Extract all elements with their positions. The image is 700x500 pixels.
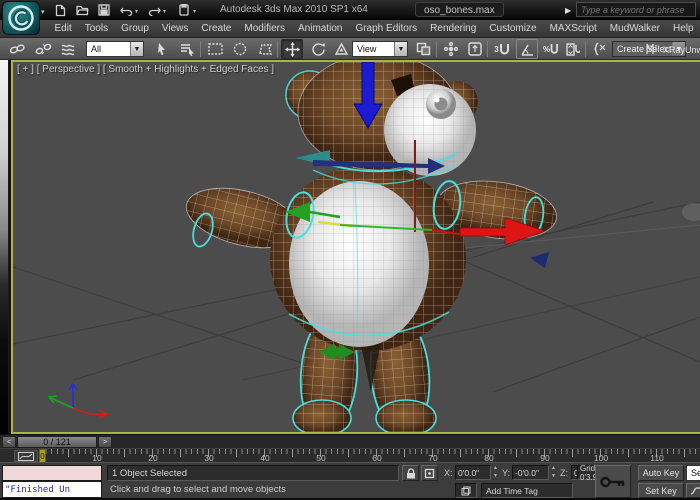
menu-edit[interactable]: Edit bbox=[48, 23, 78, 34]
menu-create[interactable]: Create bbox=[195, 23, 238, 34]
3dsmax-window: Autodesk 3ds Max 2010 SP1 x64 oso_bones.… bbox=[0, 0, 700, 500]
select-and-scale-icon[interactable] bbox=[330, 39, 352, 59]
time-slider-handle[interactable]: 0 / 121 bbox=[17, 436, 97, 448]
undo-button[interactable] bbox=[118, 3, 134, 17]
select-and-link-icon[interactable] bbox=[6, 39, 28, 59]
menu-modifiers[interactable]: Modifiers bbox=[238, 23, 292, 34]
set-keys-button[interactable] bbox=[595, 465, 631, 498]
selection-filter-select[interactable]: All ▼ bbox=[86, 41, 144, 57]
search-arrow-icon[interactable]: ▶ bbox=[565, 6, 571, 15]
save-file-button[interactable] bbox=[96, 3, 112, 17]
rectangular-region-icon[interactable] bbox=[204, 39, 226, 59]
menu-mudwalker[interactable]: MudWalker bbox=[603, 23, 666, 34]
status-bar: "Finished Un 1 Object Selected Click and… bbox=[0, 462, 700, 500]
default-in-out-tangent-icon[interactable] bbox=[686, 483, 700, 498]
absolute-offset-mode-icon[interactable] bbox=[421, 465, 438, 481]
keyboard-override-icon[interactable] bbox=[464, 39, 486, 59]
mini-curve-editor-button[interactable] bbox=[14, 450, 38, 462]
percent-snap-label: % bbox=[543, 45, 550, 54]
menu-help[interactable]: Help bbox=[667, 23, 700, 34]
menu-animation[interactable]: Animation bbox=[291, 23, 348, 34]
title-bar: Autodesk 3ds Max 2010 SP1 x64 oso_bones.… bbox=[0, 0, 700, 20]
project-dropdown-icon[interactable]: ▾ bbox=[193, 8, 196, 15]
menu-views[interactable]: Views bbox=[155, 23, 195, 34]
select-object-icon[interactable] bbox=[150, 39, 172, 59]
angle-snap-icon[interactable] bbox=[516, 39, 538, 59]
current-frame-marker[interactable]: 0 bbox=[39, 449, 46, 463]
new-scene-button[interactable] bbox=[52, 3, 68, 17]
application-menu-button[interactable] bbox=[2, 1, 40, 35]
window-title: Autodesk 3ds Max 2010 SP1 x64 bbox=[220, 4, 368, 15]
bind-to-spacewarp-icon[interactable] bbox=[58, 39, 80, 59]
selection-filter-value: All bbox=[91, 44, 130, 54]
y-coord-label: Y: bbox=[502, 468, 510, 478]
y-spinner[interactable]: ▲▼ bbox=[550, 465, 557, 480]
menu-tools[interactable]: Tools bbox=[78, 23, 114, 34]
redo-dropdown-icon[interactable]: ▾ bbox=[163, 8, 166, 15]
named-selection-sets-icon[interactable] bbox=[589, 39, 611, 59]
auto-key-button[interactable]: Auto Key bbox=[638, 465, 684, 481]
menu-bar: Edit Tools Group Views Create Modifiers … bbox=[0, 20, 700, 38]
open-file-button[interactable] bbox=[74, 3, 90, 17]
menu-maxscript[interactable]: MAXScript bbox=[543, 23, 603, 34]
xray-unwrap-button[interactable]: XRayUnwra bbox=[663, 45, 700, 55]
track-bar[interactable]: 0 10 20 30 40 50 60 70 80 90 100 110 bbox=[0, 448, 700, 462]
wrist-bone-navy[interactable] bbox=[530, 252, 549, 268]
x-spinner[interactable]: ▲▼ bbox=[492, 465, 499, 480]
open-file-name: oso_bones.max bbox=[415, 2, 504, 17]
add-time-tag[interactable]: Add Time Tag bbox=[481, 483, 573, 498]
chevron-down-icon[interactable]: ▼ bbox=[130, 42, 143, 56]
menu-group[interactable]: Group bbox=[115, 23, 156, 34]
menu-rendering[interactable]: Rendering bbox=[424, 23, 483, 34]
use-pivot-center-icon[interactable] bbox=[412, 39, 434, 59]
snaps-toggle-3d-icon[interactable]: 3 bbox=[491, 39, 513, 59]
docked-toolbar-edge bbox=[0, 60, 8, 434]
select-and-move-icon[interactable] bbox=[281, 39, 303, 59]
x-coord-label: X: bbox=[444, 468, 453, 478]
keyword-search-input[interactable] bbox=[576, 2, 696, 17]
reference-coordsys-value: View bbox=[357, 44, 394, 54]
key-icon bbox=[600, 475, 626, 489]
scene-canvas[interactable] bbox=[13, 62, 700, 432]
time-tag-icon[interactable] bbox=[455, 483, 477, 498]
main-toolbar: All ▼ View ▼ bbox=[0, 38, 700, 60]
prev-frame-button[interactable]: < bbox=[2, 436, 16, 448]
z-coord-label: Z: bbox=[560, 468, 568, 478]
next-frame-button[interactable]: > bbox=[98, 436, 112, 448]
select-by-name-icon[interactable] bbox=[176, 39, 198, 59]
keyable-select[interactable]: Selected bbox=[686, 465, 700, 481]
select-and-manipulate-icon[interactable] bbox=[440, 39, 462, 59]
y-coord-field[interactable]: -0'0.0" bbox=[512, 465, 549, 480]
perspective-viewport[interactable]: [ + ] [ Perspective ] [ Smooth + Highlig… bbox=[11, 60, 700, 434]
unlink-selection-icon[interactable] bbox=[32, 39, 54, 59]
undo-dropdown-icon[interactable]: ▾ bbox=[135, 8, 138, 15]
menu-customize[interactable]: Customize bbox=[483, 23, 543, 34]
time-slider: < 0 / 121 > bbox=[0, 434, 700, 448]
prompt-line: Click and drag to select and move object… bbox=[110, 484, 286, 495]
menu-graph-editors[interactable]: Graph Editors bbox=[349, 23, 424, 34]
fence-region-icon[interactable] bbox=[254, 39, 276, 59]
x-coord-field[interactable]: 0'0.0" bbox=[455, 465, 491, 480]
selection-lock-icon[interactable] bbox=[402, 465, 419, 481]
mirror-icon[interactable] bbox=[640, 39, 662, 59]
spinner-snap-icon[interactable] bbox=[562, 39, 584, 59]
select-and-rotate-icon[interactable] bbox=[307, 39, 329, 59]
maxscript-listener-input[interactable] bbox=[2, 465, 102, 481]
reference-coordsys-select[interactable]: View ▼ bbox=[352, 41, 408, 57]
selection-status: 1 Object Selected bbox=[107, 465, 399, 481]
keyable-select-value: Selected bbox=[691, 468, 700, 478]
world-axis-tripod bbox=[49, 384, 107, 418]
set-key-button[interactable]: Set Key bbox=[638, 483, 684, 498]
circular-region-icon[interactable] bbox=[229, 39, 251, 59]
redo-button[interactable] bbox=[146, 3, 162, 17]
viewport-label[interactable]: [ + ] [ Perspective ] [ Smooth + Highlig… bbox=[17, 64, 274, 75]
chevron-down-icon[interactable]: ▼ bbox=[394, 42, 407, 56]
3dsmax-logo-icon bbox=[7, 4, 35, 32]
project-folder-button[interactable] bbox=[176, 3, 192, 17]
maxscript-listener-output[interactable]: "Finished Un bbox=[2, 481, 102, 498]
percent-snap-icon[interactable]: % bbox=[540, 39, 562, 59]
logo-dropdown-icon[interactable]: ▾ bbox=[41, 8, 45, 16]
